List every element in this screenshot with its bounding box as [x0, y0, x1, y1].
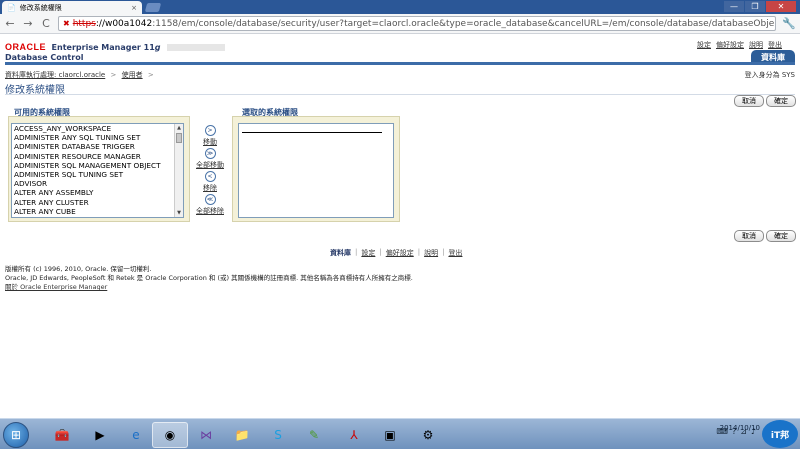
product-subtitle: Database Control — [5, 53, 84, 62]
cmd-icon[interactable]: ▣ — [372, 422, 408, 448]
skype-icon[interactable]: S — [260, 422, 296, 448]
scroll-down-icon[interactable]: ▼ — [175, 209, 183, 217]
list-item[interactable]: ADMINISTER ANY SQL TUNING SET — [12, 133, 183, 142]
minimize-button[interactable]: — — [724, 1, 744, 12]
tools-icon[interactable]: ⚙ — [410, 422, 446, 448]
reload-icon[interactable]: C — [40, 17, 52, 30]
list-item[interactable]: ADMINISTER DATABASE TRIGGER — [12, 142, 183, 151]
logout-link[interactable]: 登出 — [768, 40, 782, 50]
page-content: ORACLE Enterprise Manager 11g Database C… — [0, 35, 800, 418]
footer-database[interactable]: 資料庫 — [330, 248, 351, 258]
help-link[interactable]: 說明 — [749, 40, 763, 50]
remove-icon[interactable]: < — [204, 171, 216, 182]
global-links: 設定 偏好設定 說明 登出 — [697, 40, 782, 50]
trademark-line: Oracle, JD Edwards, PeopleSoft 和 Retek 是… — [5, 274, 413, 282]
visual-studio-icon[interactable]: ⋈ — [188, 422, 224, 448]
remove-all-link[interactable]: 全部移除 — [190, 206, 230, 216]
remove-control[interactable]: < 移除 — [190, 171, 230, 193]
copyright-line: 版權所有 (c) 1996, 2010, Oracle. 保留一切權利. — [5, 265, 152, 273]
page-icon: 📄 — [7, 3, 16, 12]
evernote-icon[interactable]: ✎ — [296, 422, 332, 448]
ie-icon[interactable]: e — [118, 422, 154, 448]
list-scrollbar[interactable]: ▲ ▼ — [174, 124, 183, 217]
scroll-up-icon[interactable]: ▲ — [175, 124, 183, 132]
insecure-lock-icon: ✖ — [63, 19, 70, 28]
ok-button-bottom[interactable]: 確定 — [766, 230, 796, 242]
start-button[interactable]: ⊞ — [3, 422, 29, 448]
date-text: 2014/10/10 — [719, 424, 760, 432]
chrome-icon[interactable]: ◉ — [152, 422, 188, 448]
list-item[interactable]: ADMINISTER SQL TUNING SET — [12, 170, 183, 179]
list-item[interactable]: ADMINISTER SQL MANAGEMENT OBJECT — [12, 161, 183, 170]
url-protocol: https — [72, 18, 96, 29]
clock[interactable]: 2014/10/10 — [720, 423, 760, 433]
maximize-button[interactable]: ❐ — [745, 1, 765, 12]
acrobat-icon[interactable]: ⅄ — [336, 422, 372, 448]
footer-setup[interactable]: 設定 — [361, 248, 375, 258]
ok-button[interactable]: 確定 — [766, 95, 796, 107]
ithome-logo: iT邦 — [762, 420, 798, 448]
breadcrumb: 資料庫執行處理: claorcl.oracle > 使用者 > — [5, 71, 154, 79]
breadcrumb-instance[interactable]: 資料庫執行處理: claorcl.oracle — [5, 71, 105, 79]
move-control[interactable]: > 移動 — [190, 125, 230, 147]
wrench-icon[interactable]: 🔧 — [782, 17, 796, 30]
new-tab-button[interactable] — [144, 3, 162, 12]
remove-all-control[interactable]: ≪ 全部移除 — [190, 194, 230, 216]
list-item[interactable]: ADVISOR — [12, 179, 183, 188]
url-host: ://w00a1042 — [95, 18, 153, 29]
cancel-button-bottom[interactable]: 取消 — [734, 230, 764, 242]
selected-privileges-list[interactable] — [238, 123, 394, 218]
cancel-button[interactable]: 取消 — [734, 95, 764, 107]
move-all-link[interactable]: 全部移動 — [190, 160, 230, 170]
about-link[interactable]: 關於 Oracle Enterprise Manager — [5, 283, 107, 291]
move-all-icon[interactable]: ≫ — [204, 148, 216, 159]
explorer-icon[interactable]: 📁 — [224, 422, 260, 448]
login-as-text: 登入身分為 SYS — [744, 71, 795, 79]
breadcrumb-users[interactable]: 使用者 — [122, 71, 143, 79]
move-icon[interactable]: > — [204, 125, 216, 136]
product-name: Enterprise Manager 11g — [51, 43, 161, 52]
blurred-text — [167, 44, 226, 51]
list-item[interactable]: ALTER ANY CUBE — [12, 207, 183, 216]
close-window-button[interactable]: ✕ — [766, 1, 796, 12]
list-item[interactable]: ALTER ANY ASSEMBLY — [12, 188, 183, 197]
back-icon[interactable]: ← — [4, 17, 16, 30]
list-item[interactable]: ACCESS_ANY_WORKSPACE — [12, 124, 183, 133]
available-privileges-list[interactable]: ACCESS_ANY_WORKSPACE ADMINISTER ANY SQL … — [11, 123, 184, 218]
toolbox-app-icon[interactable]: 🧰 — [44, 422, 80, 448]
browser-toolbar: ← → C ✖ https ://w00a1042 :1158/em/conso… — [0, 14, 800, 34]
browser-titlebar: 📄 修改系統權限 × — ❐ ✕ — [0, 0, 800, 14]
url-rest: :1158/em/console/database/security/user?… — [152, 18, 775, 29]
list-item[interactable]: ADMINISTER RESOURCE MANAGER — [12, 152, 183, 161]
footer-logout[interactable]: 登出 — [448, 248, 462, 258]
brand-header: ORACLE Enterprise Manager 11g Database C… — [5, 42, 226, 62]
scroll-thumb[interactable] — [176, 133, 182, 143]
move-all-control[interactable]: ≫ 全部移動 — [190, 148, 230, 170]
footer-preferences[interactable]: 偏好設定 — [386, 248, 414, 258]
taskbar: ⊞ 🧰 ▶ e ◉ ⋈ 📁 S ✎ ⅄ ▣ ⚙ ⌨ ? ⊿ ♪ 2014/10/… — [0, 418, 800, 449]
browser-tab[interactable]: 📄 修改系統權限 × — [2, 1, 142, 14]
footer-nav: 資料庫 | 設定 | 偏好設定 | 說明 | 登出 — [330, 248, 463, 258]
media-player-icon[interactable]: ▶ — [82, 422, 118, 448]
copyright: 版權所有 (c) 1996, 2010, Oracle. 保留一切權利. Ora… — [5, 265, 413, 292]
close-tab-icon[interactable]: × — [131, 4, 137, 12]
remove-link[interactable]: 移除 — [190, 183, 230, 193]
preferences-link[interactable]: 偏好設定 — [716, 40, 744, 50]
remove-all-icon[interactable]: ≪ — [204, 194, 216, 205]
list-item[interactable]: ALTER ANY CLUSTER — [12, 198, 183, 207]
setup-link[interactable]: 設定 — [697, 40, 711, 50]
title-divider — [5, 94, 795, 95]
tab-title: 修改系統權限 — [19, 3, 62, 12]
footer-help[interactable]: 說明 — [424, 248, 438, 258]
forward-icon[interactable]: → — [22, 17, 34, 30]
address-bar[interactable]: ✖ https ://w00a1042 :1158/em/console/dat… — [58, 16, 777, 31]
move-link[interactable]: 移動 — [190, 137, 230, 147]
empty-selection-line — [242, 132, 382, 133]
header-divider — [5, 62, 795, 65]
oracle-logo: ORACLE — [5, 42, 46, 52]
